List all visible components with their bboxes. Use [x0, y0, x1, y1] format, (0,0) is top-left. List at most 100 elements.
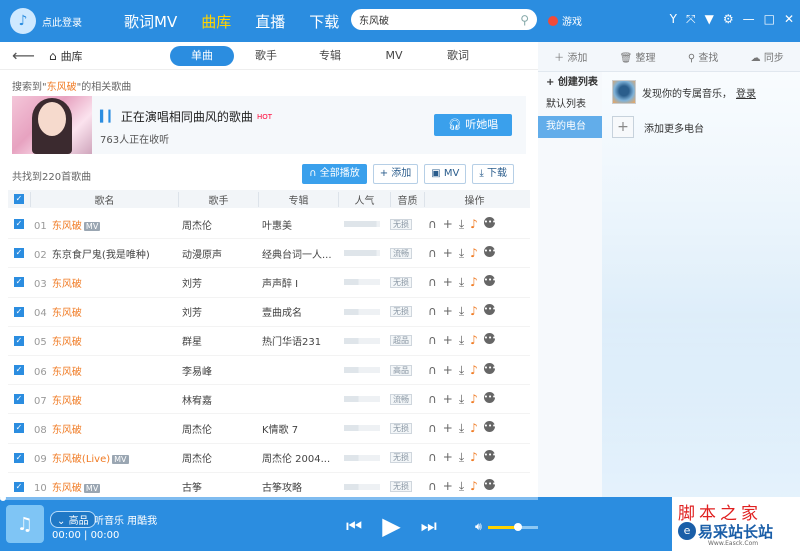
song-name-cell[interactable]: 09 东风破(Live) MV	[30, 450, 178, 465]
add-icon[interactable]: +	[443, 421, 453, 436]
listen-icon[interactable]: ∩	[428, 333, 437, 348]
song-name[interactable]: 东风破	[52, 279, 82, 290]
play-all-button[interactable]: ∩ 全部播放	[302, 164, 367, 184]
volume-slider[interactable]	[487, 522, 538, 531]
song-album[interactable]: 壹曲成名	[262, 308, 302, 319]
table-row[interactable]: ✓ 01 东风破 MV 周杰伦 叶惠美 无损 ∩ + ⤓ ♪ •••	[8, 210, 530, 240]
song-name-cell[interactable]: 06 东风破	[30, 363, 178, 378]
row-checkbox[interactable]: ✓	[8, 277, 30, 288]
search-icon[interactable]: ⚲	[520, 13, 529, 27]
download-button[interactable]: ⤓ 下载	[472, 164, 514, 184]
table-row[interactable]: ✓ 06 东风破 李易峰 高品 ∩ + ⤓ ♪ •••	[8, 356, 530, 386]
song-album[interactable]: K情歌 7	[262, 425, 298, 436]
more-icon[interactable]: •••	[483, 333, 496, 345]
app-logo-icon[interactable]: ♪	[10, 8, 36, 34]
listen-icon[interactable]: ∩	[428, 217, 437, 232]
song-singer[interactable]: 周杰伦	[178, 217, 258, 232]
gear-icon[interactable]: ⚙	[723, 12, 734, 27]
volume-icon[interactable]: 🔊︎	[475, 520, 482, 534]
shirt-icon[interactable]: ▼	[705, 12, 714, 27]
add-icon[interactable]: +	[443, 363, 453, 378]
vip-icon[interactable]: ♪	[470, 275, 478, 290]
song-name[interactable]: 东风破	[52, 367, 82, 378]
add-button[interactable]: + 添加	[372, 164, 419, 184]
minimize-icon[interactable]: —	[743, 12, 755, 27]
song-singer[interactable]: 刘芳	[178, 304, 258, 319]
login-link[interactable]: 点此登录	[42, 14, 82, 29]
more-icon[interactable]: •••	[483, 245, 496, 257]
vip-icon[interactable]: ♪	[470, 333, 478, 348]
nav-tab-library[interactable]: 曲库	[189, 11, 243, 32]
search-input[interactable]: 东风破	[359, 12, 520, 27]
more-icon[interactable]: •••	[483, 274, 496, 286]
nav-tab-lyrics-mv[interactable]: 歌词MV	[112, 11, 189, 32]
mv-badge[interactable]: MV	[83, 484, 101, 494]
vip-icon[interactable]: ♪	[470, 246, 478, 261]
song-album[interactable]: 热门华语231	[262, 337, 321, 348]
table-row[interactable]: ✓ 02 东京食尸鬼(我是唯种) 动漫原声 经典台词一人... 流畅 ∩ + ⤓…	[8, 239, 530, 269]
volume-knob[interactable]	[513, 522, 522, 531]
row-checkbox[interactable]: ✓	[8, 394, 30, 405]
mv-badge[interactable]: MV	[112, 455, 129, 465]
listen-icon[interactable]: ∩	[428, 392, 437, 407]
download-icon[interactable]: ⤓	[459, 246, 464, 261]
nav-tab-download[interactable]: 下载	[297, 11, 351, 32]
song-name-cell[interactable]: 10 东风破 MV	[30, 479, 178, 494]
album-cover[interactable]: ♫	[6, 505, 44, 543]
download-icon[interactable]: ⤓	[459, 333, 464, 348]
add-icon[interactable]: +	[443, 275, 453, 290]
row-checkbox[interactable]: ✓	[8, 423, 30, 434]
add-station-row[interactable]: + 添加更多电台	[612, 116, 800, 138]
song-singer[interactable]: 周杰伦	[178, 421, 258, 436]
song-name[interactable]: 东风破	[52, 396, 82, 407]
vip-icon[interactable]: ♪	[470, 450, 478, 465]
download-icon[interactable]: ⤓	[459, 421, 464, 436]
listen-icon[interactable]: ∩	[428, 275, 437, 290]
organize-tool[interactable]: 🗑︎ 整理	[620, 49, 656, 64]
add-icon[interactable]: +	[443, 333, 453, 348]
more-icon[interactable]: •••	[483, 479, 496, 491]
more-icon[interactable]: •••	[483, 450, 496, 462]
table-row[interactable]: ✓ 09 东风破(Live) MV 周杰伦 周杰伦 2004... 无损 ∩ + …	[8, 444, 530, 473]
song-album[interactable]: 叶惠美	[262, 221, 292, 232]
download-icon[interactable]: ⤓	[459, 275, 464, 290]
my-radio-item[interactable]: 我的电台	[538, 116, 602, 138]
listen-icon[interactable]: ∩	[428, 363, 437, 378]
sync-tool[interactable]: ☁︎ 同步	[751, 49, 784, 64]
search-box[interactable]: 东风破 ⚲	[351, 9, 537, 30]
tab-albums[interactable]: 专辑	[298, 46, 362, 66]
song-singer[interactable]: 动漫原声	[178, 246, 258, 261]
row-checkbox[interactable]: ✓	[8, 306, 30, 317]
recommend-thumbnail[interactable]	[612, 80, 636, 104]
download-icon[interactable]: ⤓	[459, 217, 464, 232]
add-icon[interactable]: +	[443, 217, 453, 232]
download-icon[interactable]: ⤓	[459, 304, 464, 319]
vip-icon[interactable]: ♪	[470, 479, 478, 494]
shrink-icon[interactable]: ⤧	[686, 12, 696, 27]
listen-icon[interactable]: ∩	[428, 304, 437, 319]
table-row[interactable]: ✓ 08 东风破 周杰伦 K情歌 7 无损 ∩ + ⤓ ♪ •••	[8, 414, 530, 444]
download-icon[interactable]: ⤓	[459, 450, 464, 465]
listen-icon[interactable]: ∩	[428, 246, 437, 261]
table-row[interactable]: ✓ 05 东风破 群星 热门华语231 超品 ∩ + ⤓ ♪ •••	[8, 327, 530, 356]
add-icon[interactable]: +	[443, 304, 453, 319]
table-row[interactable]: ✓ 03 东风破 刘芳 声声醉 I 无损 ∩ + ⤓ ♪ •••	[8, 268, 530, 298]
close-icon[interactable]: ✕	[784, 12, 794, 27]
tab-singers[interactable]: 歌手	[234, 46, 298, 66]
nav-tab-live[interactable]: 直播	[243, 11, 297, 32]
download-icon[interactable]: ⤓	[459, 479, 464, 494]
listen-her-button[interactable]: 🎧︎ 听她唱	[434, 114, 512, 136]
add-icon[interactable]: +	[443, 479, 453, 494]
download-icon[interactable]: ⤓	[459, 392, 464, 407]
song-name-cell[interactable]: 07 东风破	[30, 392, 178, 407]
song-singer[interactable]: 刘芳	[178, 275, 258, 290]
play-icon[interactable]: ▶	[382, 512, 400, 540]
more-icon[interactable]: •••	[483, 216, 496, 228]
vip-icon[interactable]: ♪	[470, 363, 478, 378]
download-icon[interactable]: ⤓	[459, 363, 464, 378]
vip-icon[interactable]: ♪	[470, 421, 478, 436]
vip-icon[interactable]: ♪	[470, 392, 478, 407]
add-icon[interactable]: +	[443, 450, 453, 465]
tab-mv[interactable]: MV	[362, 46, 426, 66]
add-icon[interactable]: +	[443, 392, 453, 407]
